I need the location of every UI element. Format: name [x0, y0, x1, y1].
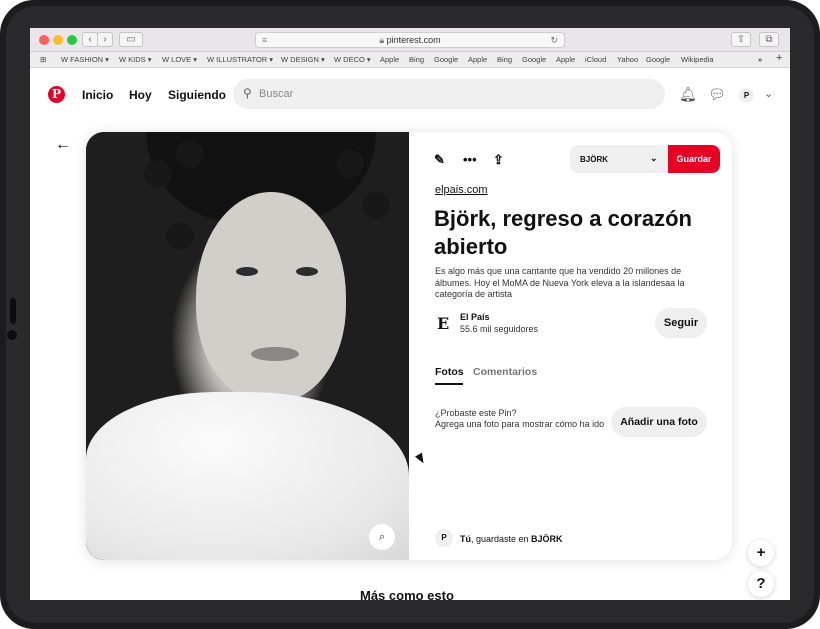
more-options-icon[interactable]: •••	[463, 152, 477, 167]
pin-title: Björk, regreso a corazón abierto	[434, 206, 692, 259]
board-name: BJÖRK	[580, 155, 609, 164]
active-tab-indicator	[435, 383, 463, 385]
edit-pencil-icon[interactable]: ✎	[434, 152, 445, 168]
camera-sensor	[10, 298, 16, 324]
pin-details: ✎ ••• ⇪ BJÖRK ⌄ Guardar elpais.com Björk…	[409, 132, 732, 560]
bookmark-item[interactable]: W DECO ▾	[334, 55, 371, 64]
bookmark-item[interactable]: Yahoo	[617, 55, 638, 64]
bookmark-item[interactable]: Google	[522, 55, 546, 64]
share-icon[interactable]: ⇧	[731, 32, 751, 47]
back-arrow-icon[interactable]: ←	[55, 136, 71, 154]
add-button[interactable]: +	[748, 540, 774, 566]
zoom-window-icon[interactable]	[67, 35, 77, 45]
image-bun	[166, 222, 194, 250]
visual-search-icon[interactable]: ⌕	[369, 524, 395, 550]
image-bun	[144, 160, 172, 188]
activity-user[interactable]: Tú	[460, 534, 471, 544]
tab-fotos[interactable]: Fotos	[435, 366, 464, 378]
activity-board[interactable]: BJÖRK	[531, 534, 563, 544]
top-sites-icon[interactable]: ⊞	[40, 55, 46, 64]
share-upload-icon[interactable]: ⇪	[493, 152, 504, 168]
source-followers: 55.6 mil seguidores	[460, 324, 539, 334]
bookmark-item[interactable]: iCloud	[585, 55, 606, 64]
pin-description: Es algo más que una cantante que ha vend…	[435, 266, 685, 299]
image-bun	[336, 150, 364, 178]
search-icon: ⚲	[243, 86, 252, 100]
screen: ‹ › ▭ ≡ 🔒︎ pinterest.com ↻ ⇧ ⧉ ⊞ W FASHI…	[30, 28, 790, 600]
bookmark-item[interactable]: Apple	[556, 55, 575, 64]
bookmarks-overflow-icon[interactable]: »	[758, 55, 762, 64]
image-lips	[251, 347, 299, 361]
search-placeholder: Buscar	[259, 88, 294, 100]
notifications-bell-icon[interactable]: 🔔︎	[679, 86, 697, 103]
image-eye	[236, 267, 258, 276]
nav-hoy[interactable]: Hoy	[129, 88, 152, 102]
add-photo-button[interactable]: Añadir una foto	[611, 407, 707, 437]
ipad-frame: ‹ › ▭ ≡ 🔒︎ pinterest.com ↻ ⇧ ⧉ ⊞ W FASHI…	[0, 0, 820, 629]
bookmark-item[interactable]: Apple	[380, 55, 399, 64]
more-like-this-heading: Más como esto	[360, 588, 454, 600]
url-bar[interactable]: ≡ 🔒︎ pinterest.com ↻	[255, 32, 565, 48]
tabs-overview-icon[interactable]: ⧉	[759, 32, 779, 47]
bookmark-item[interactable]: Google	[646, 55, 670, 64]
image-fur	[86, 392, 409, 560]
save-button[interactable]: Guardar	[668, 145, 720, 173]
chevron-down-icon: ⌄	[650, 153, 658, 163]
source-logo-icon[interactable]: E	[437, 314, 449, 333]
bookmark-item[interactable]: W ILLUSTRATOR ▾	[207, 55, 273, 64]
bookmark-item[interactable]: Wikipedia	[681, 55, 714, 64]
pinterest-logo-icon[interactable]: P	[48, 86, 65, 103]
bookmark-item[interactable]: Apple	[468, 55, 487, 64]
bookmark-item[interactable]: W DESIGN ▾	[281, 55, 325, 64]
bookmark-item[interactable]: W KIDS ▾	[119, 55, 152, 64]
activity-line: Tú, guardaste en BJÖRK	[460, 534, 563, 544]
tab-comentarios[interactable]: Comentarios	[473, 366, 537, 378]
activity-avatar[interactable]: P	[435, 529, 453, 547]
activity-text: , guardaste en	[471, 534, 532, 544]
sidebar-toggle-icon[interactable]: ▭	[119, 32, 143, 47]
image-bun	[362, 192, 390, 220]
tried-question: ¿Probaste este Pin?	[435, 408, 517, 418]
pinterest-header: P Inicio Hoy Siguiendo ⚲ Buscar 🔔︎ 💬︎ P …	[30, 69, 790, 121]
bookmark-item[interactable]: Google	[434, 55, 458, 64]
source-name[interactable]: El País	[460, 312, 490, 322]
nav-siguiendo[interactable]: Siguiendo	[168, 88, 226, 102]
safari-toolbar: ‹ › ▭ ≡ 🔒︎ pinterest.com ↻ ⇧ ⧉	[30, 28, 790, 52]
nav-inicio[interactable]: Inicio	[82, 88, 113, 102]
bookmarks-bar: ⊞ W FASHION ▾ W KIDS ▾ W LOVE ▾ W ILLUST…	[30, 52, 790, 68]
close-window-icon[interactable]	[39, 35, 49, 45]
search-input[interactable]: ⚲ Buscar	[233, 79, 665, 109]
image-eye	[296, 267, 318, 276]
follow-button[interactable]: Seguir	[655, 308, 707, 338]
lock-icon: 🔒︎	[379, 35, 385, 45]
avatar[interactable]: P	[739, 88, 754, 103]
bookmark-item[interactable]: W FASHION ▾	[61, 55, 109, 64]
new-tab-icon[interactable]: +	[776, 52, 782, 64]
bookmark-item[interactable]: Bing	[497, 55, 512, 64]
pin-image[interactable]: ⌕	[86, 132, 409, 560]
back-nav-icon[interactable]: ‹	[82, 32, 98, 47]
board-selector[interactable]: BJÖRK ⌄	[570, 145, 668, 173]
help-button[interactable]: ?	[748, 571, 774, 597]
url-text: pinterest.com	[386, 35, 441, 45]
forward-nav-icon[interactable]: ›	[97, 32, 113, 47]
source-link[interactable]: elpais.com	[435, 184, 488, 196]
camera-lens	[7, 330, 17, 340]
image-face	[196, 192, 346, 402]
image-bun	[176, 140, 204, 168]
bookmark-item[interactable]: Bing	[409, 55, 424, 64]
messages-icon[interactable]: 💬︎	[708, 86, 726, 103]
minimize-window-icon[interactable]	[53, 35, 63, 45]
reload-icon[interactable]: ↻	[550, 33, 558, 47]
bookmark-item[interactable]: W LOVE ▾	[162, 55, 197, 64]
chevron-down-icon[interactable]: ⌄	[764, 87, 773, 100]
reader-icon[interactable]: ≡	[262, 33, 267, 47]
tried-prompt: Agrega una foto para mostrar cómo ha ido	[435, 419, 605, 429]
pin-card: ⌕ ✎ ••• ⇪ BJÖRK ⌄ Guardar elpais.com Bjö…	[86, 132, 732, 560]
